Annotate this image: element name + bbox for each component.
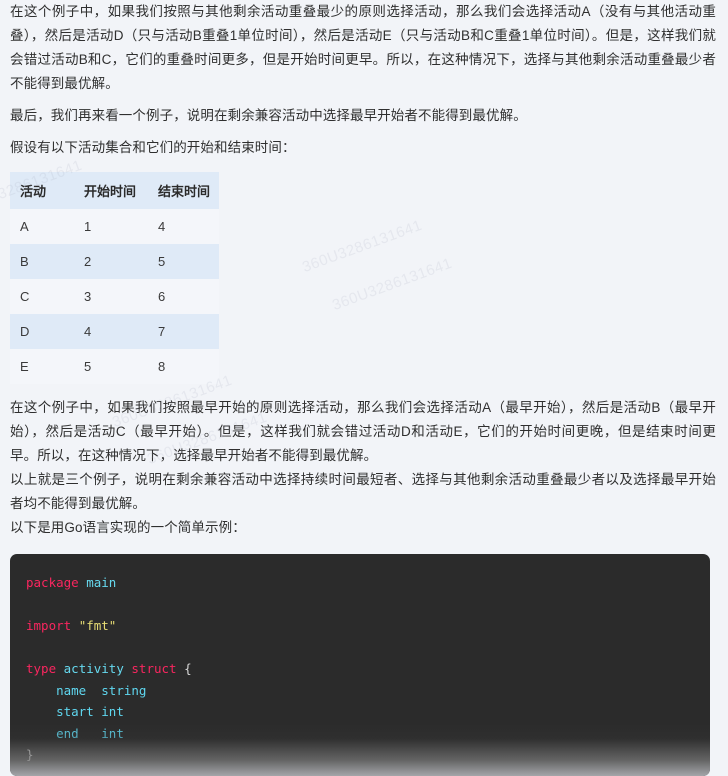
code-token-package: package bbox=[26, 575, 79, 590]
code-token-brace-open: { bbox=[184, 661, 192, 676]
code-token-type-string: string bbox=[101, 682, 147, 698]
code-token-brace-close: } bbox=[26, 747, 34, 762]
code-token-main: main bbox=[86, 575, 117, 590]
code-token-type-int-2: int bbox=[101, 725, 124, 741]
table-row: A 1 4 bbox=[10, 209, 219, 244]
paragraph-earliest-start-intro: 最后，我们再来看一个例子，说明在剩余兼容活动中选择最早开始者不能得到最优解。 bbox=[10, 108, 527, 123]
paragraph-assume-set: 假设有以下活动集合和它们的开始和结束时间： bbox=[10, 140, 296, 155]
cell-activity: C bbox=[20, 289, 30, 304]
cell-activity: B bbox=[20, 254, 29, 269]
paragraph-summary: 以上就是三个例子，说明在剩余兼容活动中选择持续时间最短者、选择与其他剩余活动重叠… bbox=[10, 472, 716, 511]
code-token-fmt-string: "fmt" bbox=[78, 618, 117, 633]
cell-end: 6 bbox=[158, 289, 166, 304]
cell-end: 7 bbox=[158, 324, 166, 339]
paragraph-overlap-example: 在这个例子中，如果我们按照与其他剩余活动重叠最少的原则选择活动，那么我们会选择活… bbox=[10, 4, 716, 91]
table-header-start-time: 开始时间 bbox=[74, 172, 148, 209]
table-row: C 3 6 bbox=[10, 279, 219, 314]
table-row: E 5 8 bbox=[10, 349, 219, 384]
cell-end: 4 bbox=[158, 219, 166, 234]
paragraph-earliest-start-example: 在这个例子中，如果我们按照最早开始的原则选择活动，那么我们会选择活动A（最早开始… bbox=[10, 400, 716, 463]
code-token-field-end: end bbox=[56, 725, 79, 741]
code-block-go[interactable]: package main import "fmt" type activity … bbox=[10, 554, 710, 776]
cell-start: 1 bbox=[84, 219, 92, 234]
code-token-field-start: start bbox=[56, 704, 94, 719]
article-content: 在这个例子中，如果我们按照与其他剩余活动重叠最少的原则选择活动，那么我们会选择活… bbox=[0, 0, 728, 776]
table-row: B 2 5 bbox=[10, 244, 219, 279]
cell-end: 8 bbox=[158, 359, 166, 374]
code-text: package main import "fmt" type activity … bbox=[10, 572, 710, 766]
code-token-import: import bbox=[26, 618, 72, 633]
cell-start: 4 bbox=[84, 324, 92, 339]
code-token-struct: struct bbox=[131, 661, 177, 676]
cell-activity: D bbox=[20, 324, 30, 339]
code-token-field-name: name bbox=[56, 682, 87, 698]
table-header-end-time: 结束时间 bbox=[148, 172, 219, 209]
code-token-type: type bbox=[26, 661, 57, 676]
activity-table: 活动 开始时间 结束时间 A 1 4 B 2 5 C 3 6 D 4 7 E 5… bbox=[10, 172, 219, 384]
paragraph-go-intro: 以下是用Go语言实现的一个简单示例： bbox=[10, 520, 246, 535]
table-header-row: 活动 开始时间 结束时间 bbox=[10, 172, 219, 209]
cell-start: 5 bbox=[84, 359, 92, 374]
table-header-activity: 活动 bbox=[10, 172, 74, 209]
cell-activity: A bbox=[20, 219, 29, 234]
cell-end: 5 bbox=[158, 254, 166, 269]
code-token-type-int-1: int bbox=[101, 704, 124, 719]
cell-start: 3 bbox=[84, 289, 92, 304]
code-token-activity: activity bbox=[63, 661, 124, 676]
table-row: D 4 7 bbox=[10, 314, 219, 349]
cell-activity: E bbox=[20, 359, 29, 374]
cell-start: 2 bbox=[84, 254, 92, 269]
